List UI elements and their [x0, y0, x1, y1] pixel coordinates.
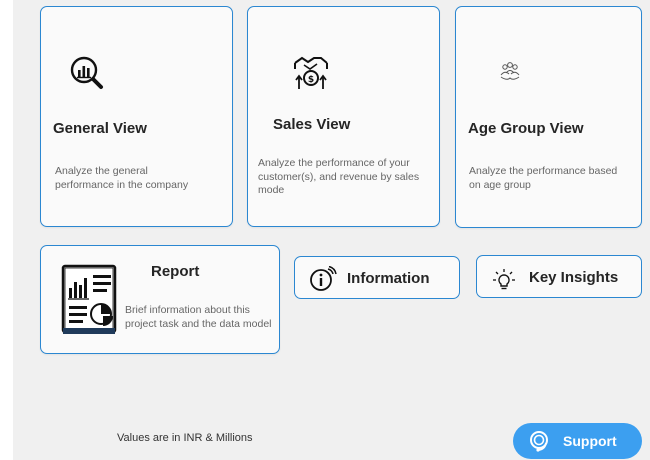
- headset-icon: [527, 429, 551, 453]
- general-view-title: General View: [53, 120, 147, 137]
- general-view-card[interactable]: General View Analyze the general perform…: [40, 6, 233, 227]
- chart-magnifier-icon: [69, 55, 105, 91]
- age-group-view-title: Age Group View: [468, 120, 584, 137]
- support-button[interactable]: Support: [513, 423, 642, 459]
- people-group-icon: [499, 61, 521, 83]
- svg-text:$: $: [308, 75, 314, 85]
- age-group-view-description: Analyze the performance based on age gro…: [469, 165, 618, 191]
- handshake-coin-icon: $: [292, 53, 330, 91]
- report-card[interactable]: Report Brief information about this proj…: [40, 245, 280, 354]
- key-insights-label: Key Insights: [529, 269, 619, 286]
- report-title: Report: [151, 263, 200, 280]
- units-footnote: Values are in INR & Millions: [117, 432, 253, 444]
- age-group-view-card[interactable]: Age Group View Analyze the performance b…: [455, 6, 642, 228]
- sales-view-title: Sales View: [273, 116, 351, 133]
- information-button[interactable]: Information: [294, 256, 460, 299]
- info-icon: [309, 265, 337, 292]
- sales-view-card[interactable]: $ Sales View Analyze the performance of …: [247, 6, 440, 227]
- lightbulb-icon: [492, 268, 516, 292]
- information-label: Information: [347, 270, 430, 287]
- sales-view-description: Analyze the performance of your customer…: [258, 157, 420, 196]
- general-view-description: Analyze the general performance in the c…: [55, 165, 189, 191]
- report-document-icon: [61, 264, 117, 336]
- support-label: Support: [563, 433, 617, 449]
- report-description: Brief information about this project tas…: [125, 304, 272, 330]
- key-insights-button[interactable]: Key Insights: [476, 255, 642, 298]
